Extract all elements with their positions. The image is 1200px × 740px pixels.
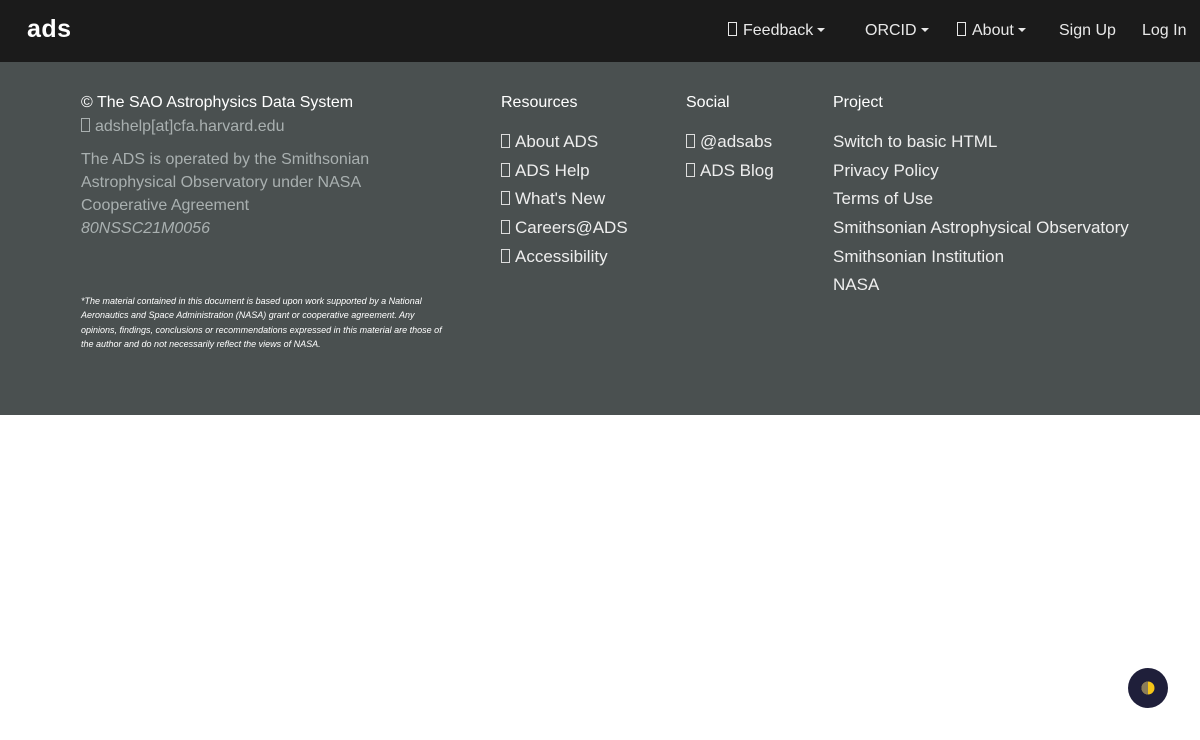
about-dropdown[interactable]: About bbox=[957, 20, 1026, 42]
whats-new-label: What's New bbox=[515, 189, 606, 208]
basic-html-link[interactable]: Switch to basic HTML bbox=[833, 132, 997, 152]
smithsonian-link[interactable]: Smithsonian Institution bbox=[833, 247, 1004, 267]
briefcase-icon bbox=[501, 220, 510, 234]
nasa-link[interactable]: NASA bbox=[833, 275, 879, 295]
ads-help-link[interactable]: ADS Help bbox=[501, 161, 590, 181]
about-label: About bbox=[972, 22, 1014, 39]
nasa-disclaimer: *The material contained in this document… bbox=[81, 296, 442, 349]
orcid-label: ORCID bbox=[865, 22, 917, 39]
privacy-policy-link[interactable]: Privacy Policy bbox=[833, 161, 939, 181]
ads-blog-link[interactable]: ADS Blog bbox=[686, 161, 774, 181]
terms-of-use-link[interactable]: Terms of Use bbox=[833, 189, 933, 209]
whats-new-link[interactable]: What's New bbox=[501, 189, 605, 209]
top-navbar: ads Feedback ORCID About Sign Up Log In bbox=[0, 0, 1200, 62]
feedback-label: Feedback bbox=[743, 22, 814, 39]
orcid-dropdown[interactable]: ORCID bbox=[865, 20, 929, 42]
half-moon-icon bbox=[1141, 681, 1155, 695]
careers-label: Careers@ADS bbox=[515, 218, 628, 237]
resources-heading: Resources bbox=[501, 94, 578, 111]
question-icon bbox=[501, 134, 510, 148]
operated-text: The ADS is operated by the Smithsonian A… bbox=[81, 151, 370, 214]
envelope-icon bbox=[81, 118, 90, 132]
ads-help-label: ADS Help bbox=[515, 161, 590, 180]
site-footer: © The SAO Astrophysics Data System adshe… bbox=[0, 62, 1200, 415]
twitter-link[interactable]: @adsabs bbox=[686, 132, 772, 152]
sign-up-link[interactable]: Sign Up bbox=[1059, 20, 1116, 42]
blog-icon bbox=[686, 163, 695, 177]
footer-title: © The SAO Astrophysics Data System bbox=[81, 94, 354, 111]
comment-icon bbox=[728, 22, 737, 36]
sao-link[interactable]: Smithsonian Astrophysical Observatory bbox=[833, 218, 1129, 238]
about-ads-link[interactable]: About ADS bbox=[501, 132, 598, 152]
caret-down-icon bbox=[920, 28, 929, 32]
twitter-icon bbox=[686, 134, 695, 148]
help-email[interactable]: adshelp[at]cfa.harvard.edu bbox=[81, 118, 284, 136]
caret-down-icon bbox=[1017, 28, 1026, 32]
log-in-link[interactable]: Log In bbox=[1142, 20, 1186, 42]
help-icon bbox=[501, 163, 510, 177]
info-icon bbox=[957, 22, 966, 36]
theme-toggle-button[interactable] bbox=[1128, 668, 1168, 708]
social-heading: Social bbox=[686, 94, 730, 111]
twitter-label: @adsabs bbox=[700, 132, 773, 151]
careers-link[interactable]: Careers@ADS bbox=[501, 218, 628, 238]
brand-logo[interactable]: ads bbox=[27, 15, 72, 44]
agreement-number: 80NSSC21M0056 bbox=[81, 220, 210, 237]
accessibility-label: Accessibility bbox=[515, 247, 608, 266]
about-ads-label: About ADS bbox=[515, 132, 599, 151]
feedback-dropdown[interactable]: Feedback bbox=[728, 20, 826, 42]
operated-by-text: The ADS is operated by the Smithsonian A… bbox=[81, 148, 401, 240]
bullhorn-icon bbox=[501, 191, 510, 205]
help-email-text: adshelp[at]cfa.harvard.edu bbox=[95, 118, 285, 135]
universal-access-icon bbox=[501, 249, 510, 263]
project-heading: Project bbox=[833, 94, 883, 111]
caret-down-icon bbox=[817, 28, 826, 32]
accessibility-link[interactable]: Accessibility bbox=[501, 247, 608, 267]
ads-blog-label: ADS Blog bbox=[700, 161, 774, 180]
